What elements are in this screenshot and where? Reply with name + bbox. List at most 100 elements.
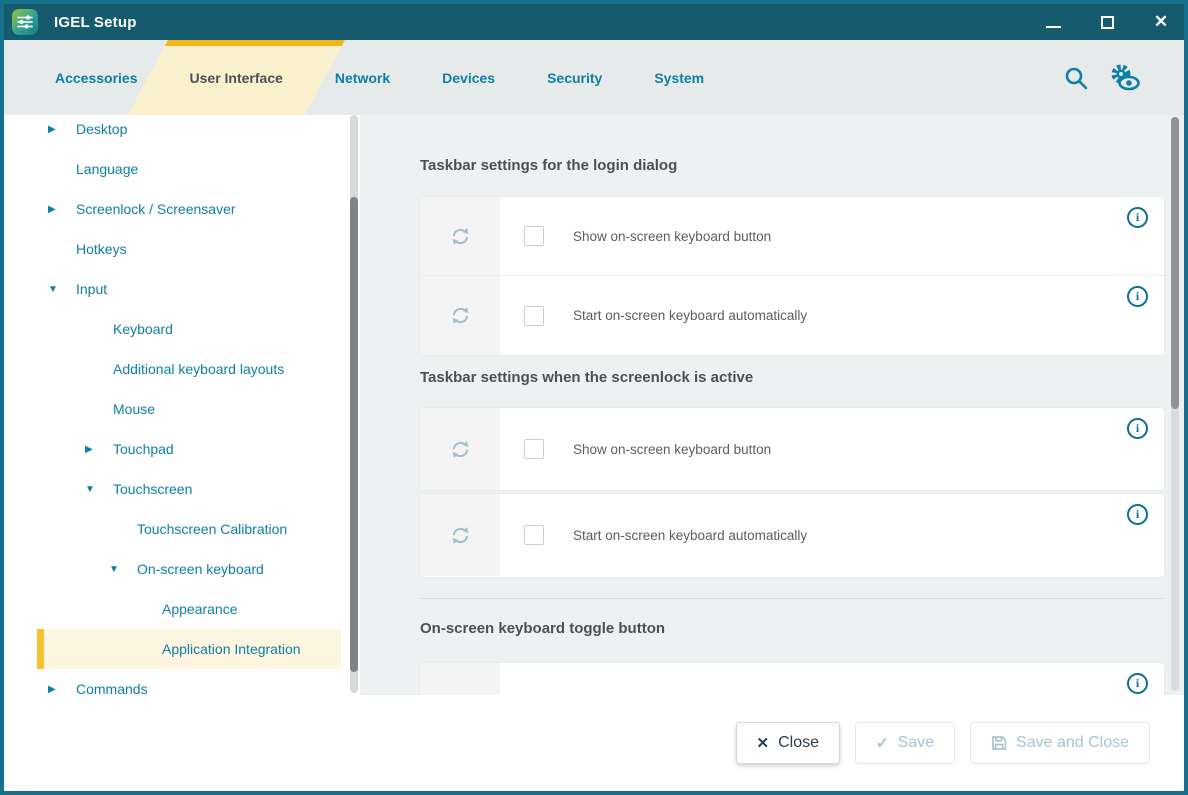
sidebar-item-touchscreen[interactable]: ▼Touchscreen [37, 469, 341, 509]
sidebar-item-desktop[interactable]: ▶Desktop [37, 115, 341, 149]
sidebar-item-commands[interactable]: ▶Commands [37, 669, 341, 695]
sidebar-item-additional-keyboard-layouts[interactable]: Additional keyboard layouts [37, 349, 341, 389]
sidebar-scrollbar-track[interactable] [350, 115, 358, 693]
tab-label: Security [547, 70, 602, 86]
tab-security[interactable]: Security [521, 40, 628, 115]
search-icon[interactable] [1062, 64, 1090, 92]
sidebar-item-label: Keyboard [113, 321, 173, 337]
save-button-label: Save [898, 734, 934, 752]
content-scrollbar-thumb[interactable] [1171, 117, 1179, 409]
tab-system[interactable]: System [628, 40, 730, 115]
sidebar-item-label: Desktop [76, 121, 127, 137]
app-logo-icon [12, 9, 38, 35]
reset-setting-button[interactable] [420, 408, 500, 490]
reset-sync-icon [449, 438, 472, 461]
title-bar: IGEL Setup ✕ [4, 4, 1184, 40]
save-and-close-button: Save and Close [970, 722, 1150, 764]
settings-card: Show on-screen keyboard button i [420, 408, 1164, 490]
sidebar-item-label: Input [76, 281, 107, 297]
setting-row-start-keyboard-login: Start on-screen keyboard automatically i [420, 276, 1164, 355]
sidebar-item-touchscreen-calibration[interactable]: Touchscreen Calibration [37, 509, 341, 549]
expand-arrow-icon[interactable]: ▼ [109, 564, 137, 575]
sidebar-item-label: Hotkeys [76, 241, 127, 257]
reset-sync-icon [449, 225, 472, 248]
tab-label: System [654, 70, 704, 86]
close-button[interactable]: ✕ Close [736, 722, 840, 764]
save-and-close-button-label: Save and Close [1016, 734, 1129, 752]
info-icon[interactable]: i [1127, 418, 1148, 439]
collapse-arrow-icon[interactable]: ▶ [85, 444, 113, 455]
body-region: ▶Desktop Language ▶Screenlock / Screensa… [4, 115, 1184, 695]
info-icon[interactable]: i [1127, 504, 1148, 525]
tab-label: Devices [442, 70, 495, 86]
info-icon[interactable]: i [1127, 207, 1148, 228]
settings-card-group: Show on-screen keyboard button i [420, 197, 1164, 355]
sidebar-item-label: Touchscreen [113, 481, 192, 497]
section-heading-screenlock: Taskbar settings when the screenlock is … [420, 369, 753, 386]
sidebar-item-label: On-screen keyboard [137, 561, 264, 577]
sidebar-item-input[interactable]: ▼Input [37, 269, 341, 309]
info-icon[interactable]: i [1127, 673, 1148, 694]
sidebar-item-language[interactable]: Language [37, 149, 341, 189]
sidebar-item-touchpad[interactable]: ▶Touchpad [37, 429, 341, 469]
settings-tree-sidebar: ▶Desktop Language ▶Screenlock / Screensa… [4, 115, 360, 695]
reset-setting-button[interactable] [420, 276, 500, 355]
main-tab-bar: Accessories User Interface Network Devic… [4, 40, 1184, 115]
minimize-button[interactable] [1044, 13, 1062, 31]
sidebar-item-label: Commands [76, 681, 148, 695]
settings-card-partial: i [420, 663, 1164, 695]
setting-row-start-keyboard-screenlock: Start on-screen keyboard automatically i [420, 494, 1164, 576]
tab-label: User Interface [190, 70, 283, 86]
reset-setting-button[interactable] [420, 663, 500, 695]
section-heading-login-dialog: Taskbar settings for the login dialog [420, 157, 677, 174]
sidebar-item-screenlock-screensaver[interactable]: ▶Screenlock / Screensaver [37, 189, 341, 229]
sidebar-item-label: Appearance [162, 601, 238, 617]
sidebar-item-keyboard[interactable]: Keyboard [37, 309, 341, 349]
sidebar-scrollbar-thumb[interactable] [350, 197, 358, 672]
igel-setup-window: IGEL Setup ✕ Accessories User Interface … [0, 0, 1188, 795]
reset-sync-icon [449, 304, 472, 327]
sidebar-item-hotkeys[interactable]: Hotkeys [37, 229, 341, 269]
sidebar-item-label: Mouse [113, 401, 155, 417]
close-button-label: Close [778, 734, 819, 752]
sidebar-item-label: Touchpad [113, 441, 174, 457]
settings-card: Start on-screen keyboard automatically i [420, 494, 1164, 577]
expand-arrow-icon[interactable]: ▼ [85, 484, 113, 495]
reset-setting-button[interactable] [420, 494, 500, 576]
sidebar-item-on-screen-keyboard[interactable]: ▼On-screen keyboard [37, 549, 341, 589]
collapse-arrow-icon[interactable]: ▶ [48, 124, 76, 135]
sidebar-item-application-integration[interactable]: Application Integration [37, 629, 341, 669]
tab-network[interactable]: Network [309, 40, 416, 115]
collapse-arrow-icon[interactable]: ▶ [48, 204, 76, 215]
save-button: ✓ Save [855, 722, 955, 764]
sidebar-item-appearance[interactable]: Appearance [37, 589, 341, 629]
setting-row-show-keyboard-screenlock: Show on-screen keyboard button i [420, 408, 1164, 490]
setting-label: Show on-screen keyboard button [573, 229, 771, 244]
window-controls: ✕ [1044, 13, 1170, 31]
reset-setting-button[interactable] [420, 197, 500, 275]
sidebar-item-label: Application Integration [162, 641, 301, 657]
tab-user-interface[interactable]: User Interface [164, 40, 309, 115]
settings-content-pane: Taskbar settings for the login dialog [360, 115, 1184, 695]
tab-devices[interactable]: Devices [416, 40, 521, 115]
info-icon[interactable]: i [1127, 286, 1148, 307]
expand-arrow-icon[interactable]: ▼ [48, 284, 76, 295]
settings-tree: ▶Desktop Language ▶Screenlock / Screensa… [37, 115, 341, 695]
content-scrollbar-track[interactable] [1171, 117, 1179, 691]
checkbox-show-onscreen-keyboard-button-screenlock[interactable] [524, 439, 544, 459]
maximize-button[interactable] [1098, 13, 1116, 31]
setting-row-show-keyboard-login: Show on-screen keyboard button i [420, 197, 1164, 276]
floppy-icon [991, 735, 1007, 751]
gear-eye-icon[interactable] [1106, 62, 1142, 94]
setting-label: Start on-screen keyboard automatically [573, 528, 807, 543]
sidebar-item-label: Additional keyboard layouts [113, 361, 284, 377]
section-divider [420, 598, 1164, 599]
tab-label: Network [335, 70, 390, 86]
checkbox-start-onscreen-keyboard-auto-screenlock[interactable] [524, 525, 544, 545]
collapse-arrow-icon[interactable]: ▶ [48, 684, 76, 695]
sidebar-item-mouse[interactable]: Mouse [37, 389, 341, 429]
checkbox-start-onscreen-keyboard-auto[interactable] [524, 306, 544, 326]
checkbox-show-onscreen-keyboard-button[interactable] [524, 226, 544, 246]
close-window-button[interactable]: ✕ [1152, 13, 1170, 31]
reset-sync-icon [449, 524, 472, 547]
